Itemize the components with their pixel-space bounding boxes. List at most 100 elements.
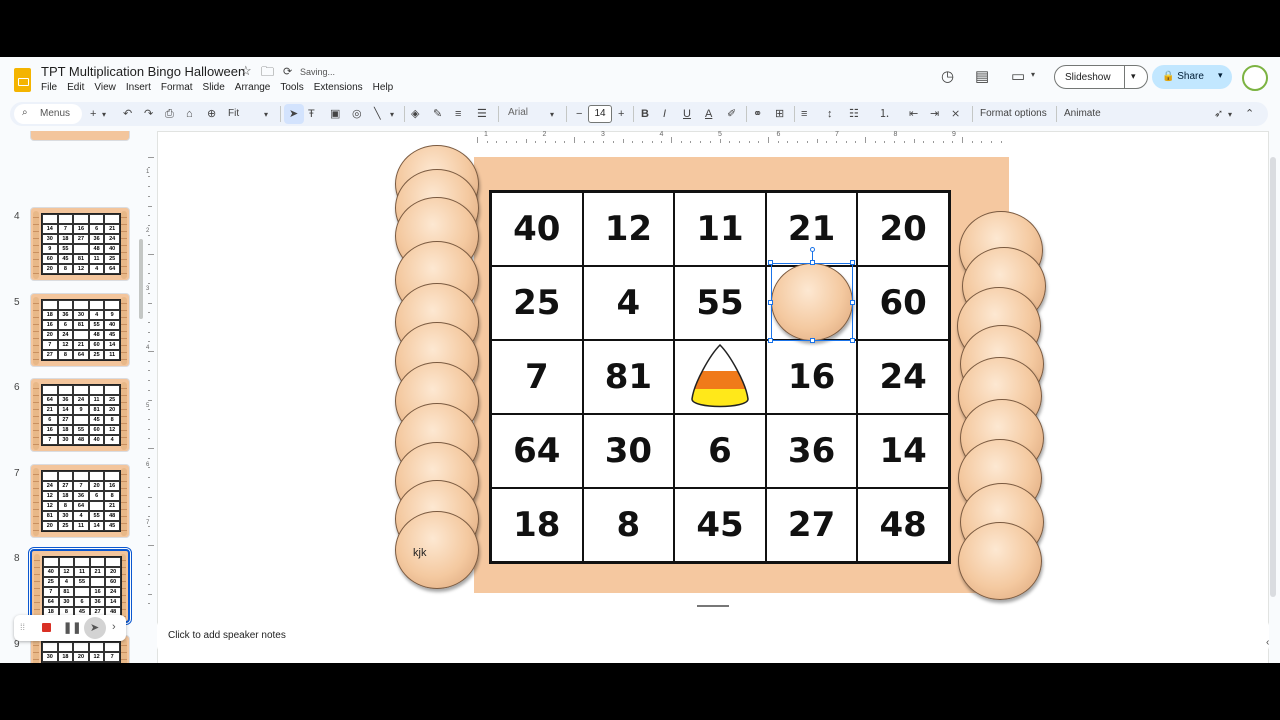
collapse-notes-icon[interactable]: ‹ [1266,637,1269,648]
menu-arrange[interactable]: Arrange [235,82,271,93]
bingo-cell[interactable]: 7 [491,340,583,414]
editing-mode-icon[interactable]: ➶ [1214,107,1223,121]
resize-handle[interactable] [850,260,855,265]
text-box-icon[interactable]: Ŧ [308,107,315,121]
menu-format[interactable]: Format [161,82,193,93]
redo-icon[interactable]: ↷ [144,107,153,121]
select-tool-button[interactable]: ➤ [284,104,304,124]
canvas-scrollbar[interactable] [1270,157,1276,597]
stop-recording-icon[interactable] [42,623,51,632]
undo-icon[interactable]: ↶ [123,107,132,121]
bingo-cell[interactable]: 11 [674,192,766,266]
drag-handle-icon[interactable]: ⁞⁞ [20,622,25,632]
new-slide-dropdown-icon[interactable]: ▾ [102,108,106,122]
bingo-cell[interactable]: 55 [674,266,766,340]
meet-dropdown-icon[interactable]: ▾ [1031,70,1035,79]
shape-icon[interactable]: ◎ [352,107,362,121]
bingo-cell[interactable]: 16 [765,340,858,414]
slide-thumbnail[interactable]: 18 36 30 4 9 16 6 81 55 40 20 24 48 45 7 12 21 60 14 27 8 64 2… [30,293,130,367]
slide-thumbnail[interactable] [30,131,130,141]
version-history-icon[interactable]: ◷ [941,67,954,85]
bingo-cell[interactable]: 81 [582,340,675,414]
format-options-button[interactable]: Format options [980,108,1047,119]
menu-insert[interactable]: Insert [126,82,151,93]
bingo-cell[interactable]: 48 [857,488,949,562]
menu-view[interactable]: View [94,82,116,93]
bingo-cell[interactable]: 6 [674,414,766,488]
resize-handle[interactable] [810,338,815,343]
bingo-cell[interactable]: 24 [857,340,949,414]
bingo-cell[interactable]: 60 [857,266,949,340]
pointer-tool-button[interactable]: ➤ [84,617,106,639]
bingo-cell[interactable]: 27 [765,488,858,562]
italic-icon[interactable]: I [663,107,666,121]
bingo-cell[interactable]: 36 [765,414,858,488]
bingo-cell[interactable]: 64 [491,414,583,488]
slides-logo-icon[interactable] [14,68,31,92]
speaker-notes[interactable]: Click to add speaker notes [157,620,1269,652]
slide-thumbnail[interactable]: 14 7 16 6 21 30 18 27 36 24 9 55 48 40 60 45 81 11 25 20 8 12… [30,207,130,281]
bingo-chip[interactable] [958,522,1042,600]
border-dash-icon[interactable]: ☰ [477,107,487,121]
bingo-cell[interactable]: 40 [491,192,583,266]
horizontal-ruler[interactable]: 1 2 3 4 5 6 7 8 9 [477,131,1007,143]
bingo-cell[interactable]: 45 [674,488,766,562]
avatar[interactable] [1242,65,1268,91]
slide-thumbnail[interactable]: 64 36 24 11 25 21 14 9 81 20 6 27 45 8 16 18 55 60 12 7 30 48… [30,378,130,452]
resize-handle[interactable] [768,260,773,265]
line-spacing-icon[interactable]: ↕ [827,107,833,121]
pause-icon[interactable]: ❚❚ [63,621,81,634]
zoom-dropdown-icon[interactable]: ▾ [264,108,268,122]
font-family-select[interactable]: Arial [508,107,528,118]
menu-tools[interactable]: Tools [280,82,303,93]
star-icon[interactable]: ☆ [240,63,252,79]
resize-handle[interactable] [768,300,773,305]
editing-mode-dropdown-icon[interactable]: ▾ [1228,108,1232,122]
resize-handle[interactable] [768,338,773,343]
paint-format-icon[interactable]: ⌂ [186,107,193,121]
slide-thumbnail[interactable]: 24 27 7 20 16 12 18 36 6 8 12 8 64 21 81 30 4 55 48 20 25 11 1… [30,464,130,538]
bingo-cell[interactable]: 12 [582,192,675,266]
print-icon[interactable]: ⎙ [165,107,174,121]
line-icon[interactable]: ╲ [374,107,381,121]
filmstrip-scrollbar[interactable] [139,239,143,319]
resize-handle[interactable] [810,260,815,265]
image-icon[interactable]: ▣ [330,107,340,121]
new-slide-icon[interactable]: + [90,107,96,121]
notes-resize-handle[interactable] [697,605,729,607]
font-dropdown-icon[interactable]: ▾ [550,108,554,122]
border-color-icon[interactable]: ✎ [433,107,442,121]
bingo-cell[interactable]: 14 [857,414,949,488]
increase-indent-icon[interactable]: ⇥ [930,107,939,121]
animate-button[interactable]: Animate [1064,108,1101,119]
bingo-cell[interactable]: 4 [582,266,675,340]
font-size-input[interactable]: 14 [588,105,612,123]
numbered-list-icon[interactable]: ⒈ [879,107,890,121]
collapse-toolbar-icon[interactable]: ⌃ [1245,107,1254,121]
menu-file[interactable]: File [41,82,57,93]
zoom-select[interactable]: Fit [228,107,239,121]
border-weight-icon[interactable]: ≡ [455,107,461,121]
highlight-icon[interactable]: ✐ [727,107,736,121]
increase-font-size-icon[interactable]: + [618,107,624,121]
bingo-cell[interactable]: 18 [491,488,583,562]
decrease-font-size-icon[interactable]: − [576,107,582,121]
bold-icon[interactable]: B [641,107,649,121]
comment-icon[interactable]: ⊞ [775,107,784,121]
share-dropdown-icon[interactable]: ▾ [1218,70,1223,81]
decrease-indent-icon[interactable]: ⇤ [909,107,918,121]
vertical-ruler[interactable]: 1 2 3 4 5 6 7 [146,157,156,617]
menu-slide[interactable]: Slide [203,82,225,93]
bulleted-list-icon[interactable]: ☷ [849,107,859,121]
menu-help[interactable]: Help [373,82,394,93]
comments-icon[interactable]: ▤ [975,67,989,85]
chevron-right-icon[interactable]: › [112,621,116,633]
underline-icon[interactable]: U [683,107,691,121]
slideshow-button[interactable]: Slideshow ▾ [1054,65,1148,89]
slideshow-dropdown-icon[interactable]: ▾ [1131,71,1136,82]
menus-search-button[interactable]: ⌕ Menus [14,104,82,124]
bingo-cell[interactable]: 8 [582,488,675,562]
rotation-handle[interactable] [810,247,815,252]
clear-formatting-icon[interactable]: ⨯ [951,107,960,121]
fill-color-icon[interactable]: ◈ [411,107,419,121]
